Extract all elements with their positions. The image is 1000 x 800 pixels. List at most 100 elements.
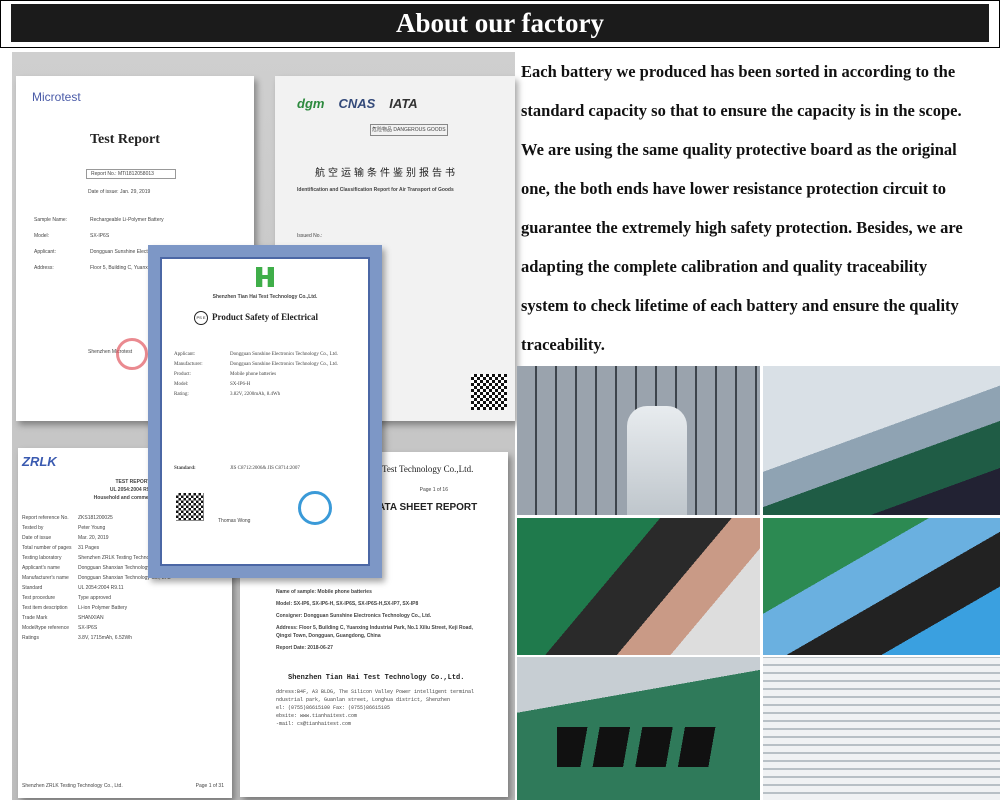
field-value: SX-IP6S	[78, 625, 98, 631]
certificate-fields: Applicant: Dongguan Sunshine Electronics …	[174, 349, 354, 399]
field-label: Standard	[22, 585, 43, 591]
zrlk-footer: Shenzhen ZRLK Testing Technology Co., Lt…	[22, 783, 123, 789]
field-row: Standard UL 2054:2004 R9.11	[22, 584, 227, 592]
issued-no-label: Issued No.:	[297, 233, 323, 239]
text-line: Report Date: 2018-06-27	[276, 645, 333, 651]
text-line: Address: Floor 5, Building C, Yuanxing I…	[276, 625, 473, 639]
issue-date: Date of issue: Jan. 29, 2019	[88, 189, 151, 195]
report-number: Report No.: MTi1812058013	[86, 169, 176, 179]
field-label: Test procedure	[22, 595, 56, 601]
field-label: Sample Name:	[34, 217, 68, 223]
field-label: Applicant:	[174, 352, 196, 357]
field-value: Dongguan Sunshine Electronics Technology…	[230, 352, 338, 357]
text-line: Name of sample: Mobile phone batteries	[276, 589, 372, 595]
description-line: system to check lifetime of each battery…	[521, 296, 959, 315]
field-value: ZKS181200025	[78, 515, 113, 521]
description-line: guarantee the extremely high safety prot…	[521, 218, 963, 237]
field-row: Test item description Li-ion Polymer Batt…	[22, 604, 227, 612]
field-label: Rating:	[174, 392, 189, 397]
description-line: standard capacity so that to ensure the …	[521, 101, 962, 120]
field-row: Test procedure Type approved	[22, 594, 227, 602]
field-label: Applicant:	[34, 249, 56, 255]
datasheet-title: ATA SHEET REPORT	[378, 502, 478, 513]
field-row: Ratings 3.8V, 1715mAh, 6.52Wh	[22, 634, 227, 642]
field-label: Trade Mark	[22, 615, 48, 621]
datasheet-page: Page 1 of 16	[419, 487, 448, 493]
field-value: Mobile phone batteries	[230, 372, 277, 377]
description-line: Each battery we produced has been sorted…	[521, 62, 956, 81]
field-value: Dongguan Sunshine Electronics Technology…	[230, 362, 338, 367]
logos: dgm CNAS IATA	[297, 96, 418, 111]
certification-seal-icon	[298, 491, 332, 525]
field-label: Report reference No.	[22, 515, 69, 521]
standard-label: Standard:	[174, 466, 196, 471]
field-label: Test item description	[22, 605, 68, 611]
field-label: Product:	[174, 372, 191, 377]
field-row: Model/type reference SX-IP6S	[22, 624, 227, 632]
field-label: Model/type reference	[22, 625, 69, 631]
qr-code-icon	[471, 374, 507, 410]
field-label: Model:	[174, 382, 189, 387]
field-value: Peter Young	[78, 525, 106, 531]
signer-name: Thomas Wong	[218, 518, 251, 524]
header-banner: About our factory	[0, 0, 1000, 48]
cnas-logo: CNAS	[338, 96, 376, 111]
field-value: SX-IP6-H	[230, 382, 251, 387]
field-row: Trade Mark SHANXIAN	[22, 614, 227, 622]
field-label: Applicant's name	[22, 565, 60, 571]
report-title: Identification and Classification Report…	[297, 187, 454, 193]
photo-warehouse-racks	[763, 657, 1000, 800]
certificates-collage: Microtest Test Report Report No.: MTi181…	[12, 52, 515, 800]
text-line: ddress:B4F, A3 BLDG, The Silicon Valley …	[276, 689, 475, 695]
description-line: We are using the same quality protective…	[521, 140, 957, 159]
field-label: Tested by	[22, 525, 44, 531]
photo-batteries-conveyor	[517, 657, 760, 800]
certificate-title: Product Safety of Electrical	[212, 312, 319, 322]
field-value: Li-ion Polymer Battery	[78, 605, 128, 611]
photo-battery-assembly	[517, 518, 760, 655]
field-label: Date of issue	[22, 535, 52, 541]
field-label: Manufacturer:	[174, 362, 203, 367]
report-title: Test Report	[90, 132, 160, 147]
zrlk-logo: ZRLK	[22, 454, 57, 469]
pse-mark-icon: PS E	[194, 311, 208, 325]
photo-conveyor-line	[763, 366, 1000, 515]
field-value: SHANXIAN	[78, 615, 104, 621]
field-row: Rating: 3.82V, 2200mAh, 8.4Wh	[174, 391, 354, 399]
field-value: SX-IP6S	[90, 233, 110, 239]
report-title-cn: 航空运输条件鉴别报告书	[315, 168, 458, 179]
factory-description: Each battery we produced has been sorted…	[521, 52, 997, 364]
text-line: Model: SX-IP6, SX-IP6-H, SX-IP6S, SX-IP6…	[276, 601, 419, 607]
text-line: Consigner: Dongguan Sunshine Electronics…	[276, 613, 432, 619]
datasheet-lines: Name of sample: Mobile phone batteries Mo…	[276, 584, 476, 652]
issuer-name: Shenzhen Tian Hai Test Technology Co.,Lt…	[212, 294, 318, 300]
field-row: Product: Mobile phone batteries	[174, 371, 354, 379]
datasheet-company: Shenzhen Tian Hai Test Technology Co.,Lt…	[288, 674, 465, 682]
photo-gloved-testing	[763, 518, 1000, 655]
datasheet-header: Test Technology Co.,Ltd.	[382, 464, 474, 474]
red-seal-icon	[116, 338, 148, 370]
field-label: Manufacturer's name	[22, 575, 69, 581]
dangerous-goods-stamp: 危险物品 DANGEROUS GOODS	[370, 124, 448, 136]
description-line: one, the both ends have lower resistance…	[521, 179, 946, 198]
text-line: -mail: cs@tianhaitest.com	[276, 721, 352, 727]
text-line: el: (0755)86615100 Fax: (0755)86615105	[276, 705, 391, 711]
pse-certificate: Shenzhen Tian Hai Test Technology Co.,Lt…	[148, 245, 382, 578]
datasheet-contact: ddress:B4F, A3 BLDG, The Silicon Valley …	[276, 688, 474, 728]
standard-value: JIS C8712:2006& JIS C8714:2007	[230, 466, 300, 471]
page-title: About our factory	[11, 4, 989, 42]
field-value: Mar. 20, 2019	[78, 535, 109, 541]
description-line: adapting the complete calibration and qu…	[521, 257, 928, 276]
field-value: Rechargeable Li-Polymer Battery	[90, 217, 164, 223]
field-value: 3.8V, 1715mAh, 6.52Wh	[78, 635, 133, 641]
field-value: Dongguan Sunshine Electro	[90, 249, 153, 255]
field-value: UL 2054:2004 R9.11	[78, 585, 124, 591]
dgm-logo: dgm	[297, 96, 325, 111]
field-label: Total number of pages	[22, 545, 72, 551]
field-value: 31 Pages	[78, 545, 100, 551]
field-row: Manufacturer: Dongguan Sunshine Electroni…	[174, 361, 354, 369]
field-row: Applicant: Dongguan Sunshine Electronics …	[174, 351, 354, 359]
text-line: ebsite: www.tianhaitest.com	[276, 713, 358, 719]
field-label: Ratings	[22, 635, 39, 641]
description-line: traceability.	[521, 335, 605, 354]
